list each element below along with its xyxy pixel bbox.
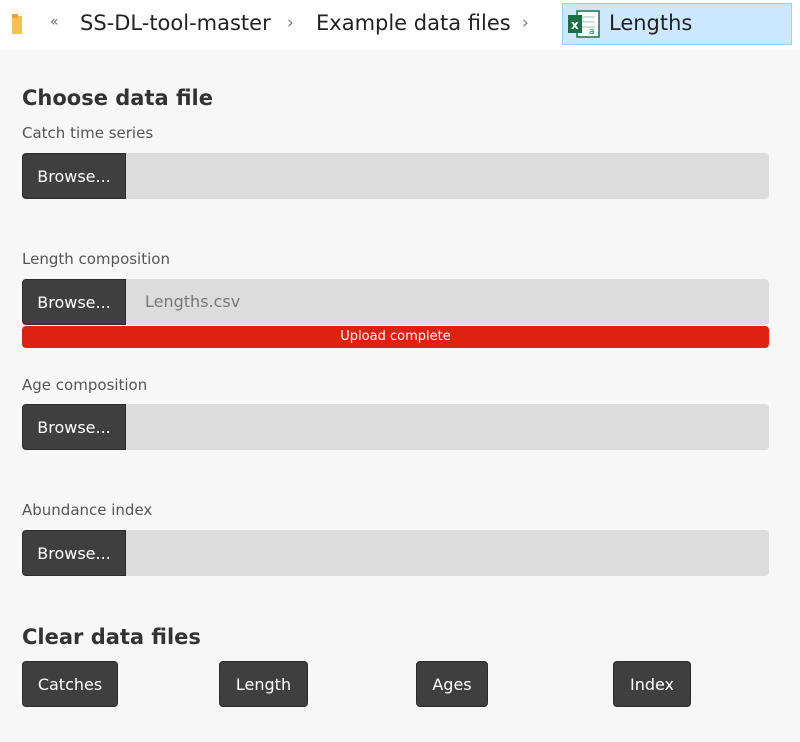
breadcrumb-item-lengths[interactable]: Lengths — [609, 11, 692, 35]
length-composition-label: Length composition — [22, 250, 170, 268]
clear-length-button[interactable]: Length — [219, 661, 308, 707]
breadcrumb-overflow-button[interactable]: « — [50, 14, 59, 30]
age-composition-label: Age composition — [22, 376, 148, 394]
address-bar: « SS-DL-tool-master › Example data files… — [0, 0, 800, 50]
age-file-name[interactable] — [126, 404, 769, 450]
index-file-name[interactable] — [126, 530, 769, 576]
folder-icon — [12, 14, 22, 34]
breadcrumb-separator[interactable]: › — [522, 13, 529, 33]
catch-browse-button[interactable]: Browse... — [22, 153, 126, 199]
clear-data-files-heading: Clear data files — [22, 625, 201, 649]
clear-index-button[interactable]: Index — [613, 661, 691, 707]
abundance-index-label: Abundance index — [22, 501, 153, 519]
clear-catches-button[interactable]: Catches — [22, 661, 118, 707]
svg-text:a: a — [589, 27, 595, 37]
excel-icon: a x — [568, 10, 600, 38]
abundance-index-file-input: Browse... — [22, 530, 769, 576]
age-browse-button[interactable]: Browse... — [22, 404, 126, 450]
catch-time-series-file-input: Browse... — [22, 153, 769, 199]
svg-text:x: x — [571, 18, 579, 32]
catch-time-series-label: Catch time series — [22, 124, 154, 142]
clear-ages-button[interactable]: Ages — [416, 661, 488, 707]
catch-file-name[interactable] — [126, 153, 769, 199]
length-file-name[interactable]: Lengths.csv — [126, 279, 769, 325]
choose-data-file-heading: Choose data file — [22, 86, 213, 110]
upload-progress-bar: Upload complete — [22, 326, 769, 348]
index-browse-button[interactable]: Browse... — [22, 530, 126, 576]
length-browse-button[interactable]: Browse... — [22, 279, 126, 325]
age-composition-file-input: Browse... — [22, 404, 769, 450]
breadcrumb-item-example-data-files[interactable]: Example data files — [316, 11, 511, 35]
breadcrumb-item-ss-dl-tool-master[interactable]: SS-DL-tool-master — [80, 11, 271, 35]
breadcrumb-separator[interactable]: › — [287, 13, 294, 33]
length-composition-file-input: Browse... Lengths.csv — [22, 279, 769, 325]
